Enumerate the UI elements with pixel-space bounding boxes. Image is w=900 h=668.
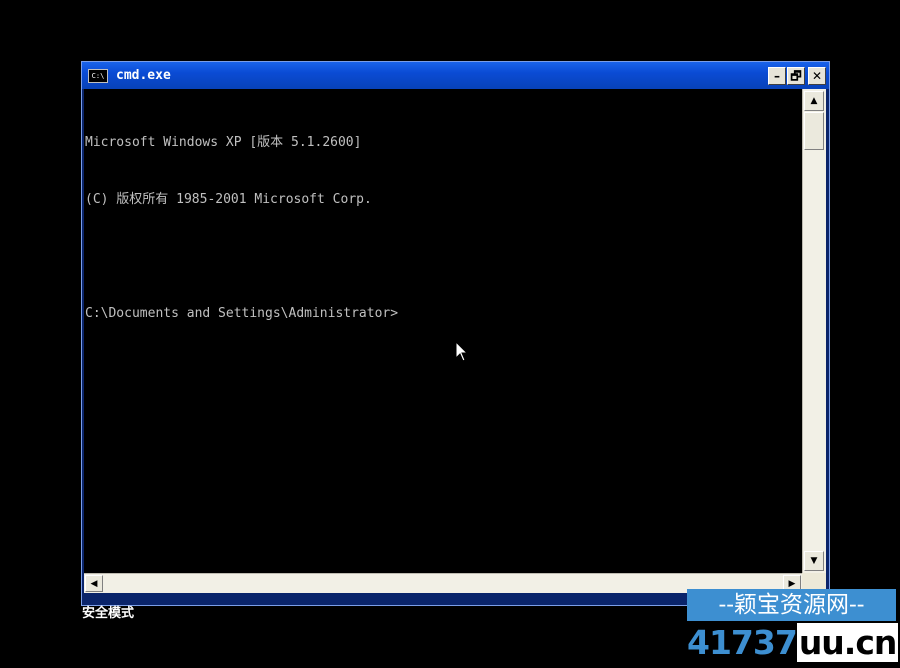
console-line: (C) 版权所有 1985-2001 Microsoft Corp.: [85, 192, 372, 207]
minimize-button[interactable]: –: [768, 66, 786, 85]
console-line: Microsoft Windows XP [版本 5.1.2600]: [85, 135, 362, 150]
window-title: cmd.exe: [116, 68, 171, 83]
cmd-window[interactable]: C:\ cmd.exe – 🗗 ✕ Microsoft Windows XP […: [81, 61, 830, 606]
console-icon: C:\: [88, 68, 108, 83]
desktop: C:\ cmd.exe – 🗗 ✕ Microsoft Windows XP […: [0, 0, 900, 668]
scroll-left-button[interactable]: ◀: [85, 575, 103, 592]
safe-mode-label: 安全模式: [82, 606, 135, 621]
console-output[interactable]: Microsoft Windows XP [版本 5.1.2600] (C) 版…: [84, 89, 802, 573]
vertical-scroll-thumb[interactable]: [804, 112, 824, 150]
restore-button[interactable]: 🗗: [787, 66, 805, 85]
watermark-title: --颖宝资源网--: [687, 589, 896, 621]
close-button[interactable]: ✕: [808, 66, 826, 85]
scroll-up-button[interactable]: ▲: [804, 91, 824, 111]
watermark-tld: uu.cn: [796, 623, 899, 662]
vertical-scrollbar[interactable]: ▲ ▼: [802, 89, 826, 573]
title-bar[interactable]: C:\ cmd.exe – 🗗 ✕: [82, 62, 829, 89]
mouse-pointer-icon: [455, 341, 469, 362]
watermark-domain: 41737uu.cn: [687, 622, 899, 664]
watermark-number: 41737: [687, 623, 798, 662]
command-prompt: C:\Documents and Settings\Administrator>: [85, 306, 399, 321]
title-buttons: – 🗗 ✕: [768, 66, 826, 85]
scroll-down-button[interactable]: ▼: [804, 551, 824, 571]
